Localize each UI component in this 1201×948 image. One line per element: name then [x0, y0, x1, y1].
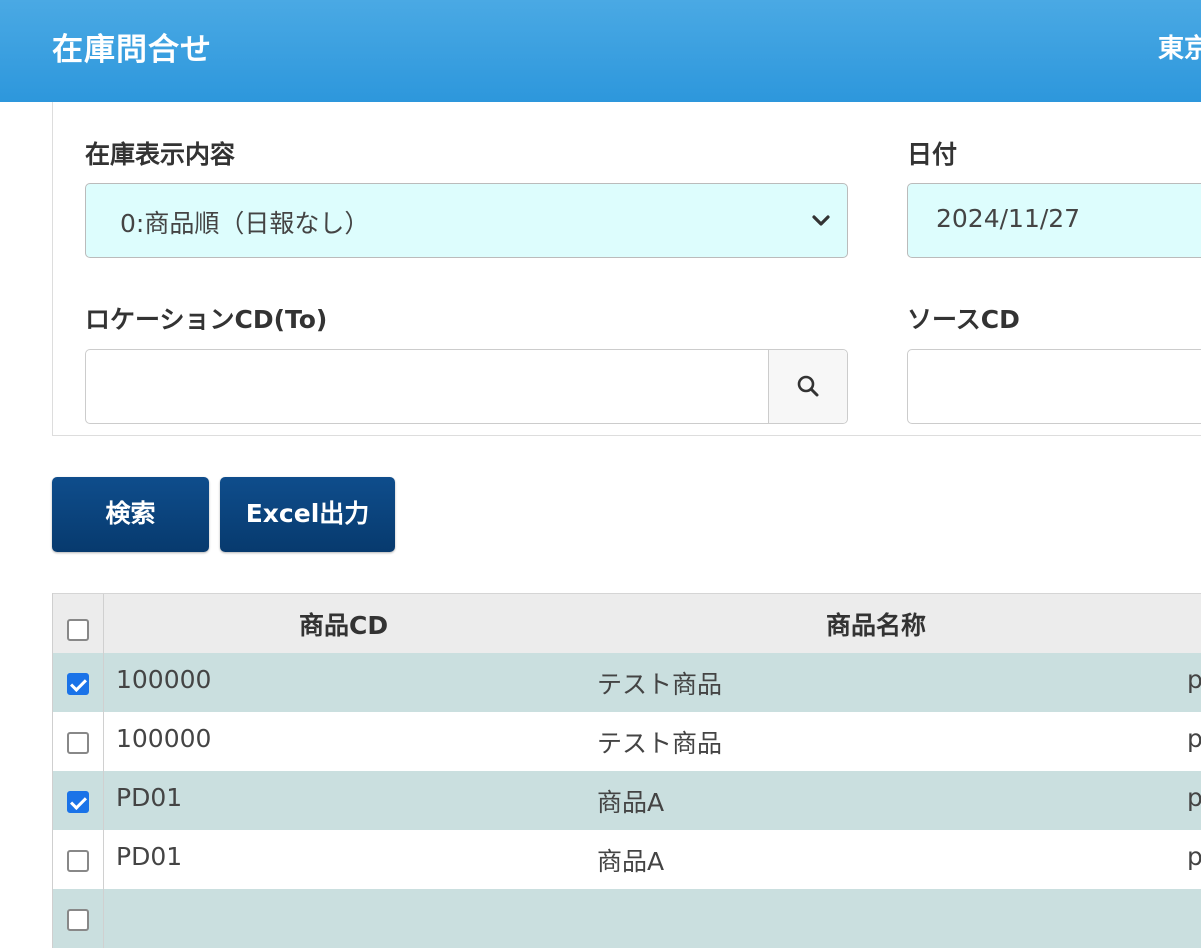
source-cd-label: ソースCD	[907, 305, 1020, 334]
select-all-checkbox[interactable]	[67, 619, 89, 641]
app-header: 在庫問合せ 東京	[0, 0, 1201, 102]
location-to-input[interactable]	[86, 350, 770, 423]
table-row[interactable]: 100000 テスト商品 p	[53, 712, 1201, 771]
row-checkbox[interactable]	[67, 673, 89, 695]
row-checkbox-cell	[53, 889, 104, 948]
product-cd-cell: 100000	[116, 724, 212, 753]
stock-display-selected-value: 0:商品順（日報なし）	[120, 209, 370, 238]
truncated-column-cell: p	[1187, 842, 1201, 871]
product-name-cell: テスト商品	[597, 670, 723, 699]
column-header-product-cd[interactable]: 商品CD	[299, 606, 388, 642]
header-user-location: 東京	[1158, 34, 1201, 64]
stock-display-select[interactable]: 0:商品順（日報なし）	[85, 183, 848, 258]
location-search-button[interactable]	[768, 350, 847, 423]
product-name-cell: 商品A	[597, 788, 665, 817]
product-cd-cell: 100000	[116, 665, 212, 694]
truncated-column-cell: p	[1187, 724, 1201, 753]
location-to-label: ロケーションCD(To)	[85, 305, 328, 334]
search-icon	[797, 375, 819, 397]
date-label: 日付	[907, 140, 958, 169]
row-checkbox[interactable]	[67, 909, 89, 931]
row-checkbox-cell	[53, 771, 104, 830]
location-to-input-group	[85, 349, 848, 424]
table-row[interactable]	[53, 889, 1201, 948]
product-name-cell: テスト商品	[597, 729, 723, 758]
table-body: 100000 テスト商品 p 100000 テスト商品 p PD01 商品A p PD01 商品A p	[53, 653, 1201, 948]
row-checkbox[interactable]	[67, 791, 89, 813]
page-title: 在庫問合せ	[52, 32, 212, 68]
row-checkbox-cell	[53, 653, 104, 712]
row-checkbox-cell	[53, 830, 104, 889]
table-row[interactable]: PD01 商品A p	[53, 771, 1201, 830]
excel-export-button[interactable]: Excel出力	[220, 477, 395, 552]
row-checkbox[interactable]	[67, 850, 89, 872]
stock-table: 商品CD 商品名称 100000 テスト商品 p 100000 テスト商品 p PD01 商品…	[52, 593, 1201, 948]
search-button[interactable]: 検索	[52, 477, 209, 552]
truncated-column-cell: p	[1187, 665, 1201, 694]
product-name-cell: 商品A	[597, 847, 665, 876]
date-field[interactable]: 2024/11/27	[907, 183, 1201, 258]
truncated-column-cell: p	[1187, 783, 1201, 812]
stock-display-label: 在庫表示内容	[85, 140, 236, 169]
table-row[interactable]: PD01 商品A p	[53, 830, 1201, 889]
table-header-row: 商品CD 商品名称	[53, 593, 1201, 653]
product-cd-cell: PD01	[116, 842, 183, 871]
date-value: 2024/11/27	[936, 204, 1081, 233]
table-row[interactable]: 100000 テスト商品 p	[53, 653, 1201, 712]
chevron-down-icon	[812, 215, 830, 226]
row-checkbox-cell	[53, 712, 104, 771]
product-cd-cell: PD01	[116, 783, 183, 812]
row-checkbox[interactable]	[67, 732, 89, 754]
source-cd-input[interactable]	[907, 349, 1201, 424]
header-checkbox-cell	[53, 594, 104, 653]
column-header-product-name[interactable]: 商品名称	[826, 606, 926, 642]
